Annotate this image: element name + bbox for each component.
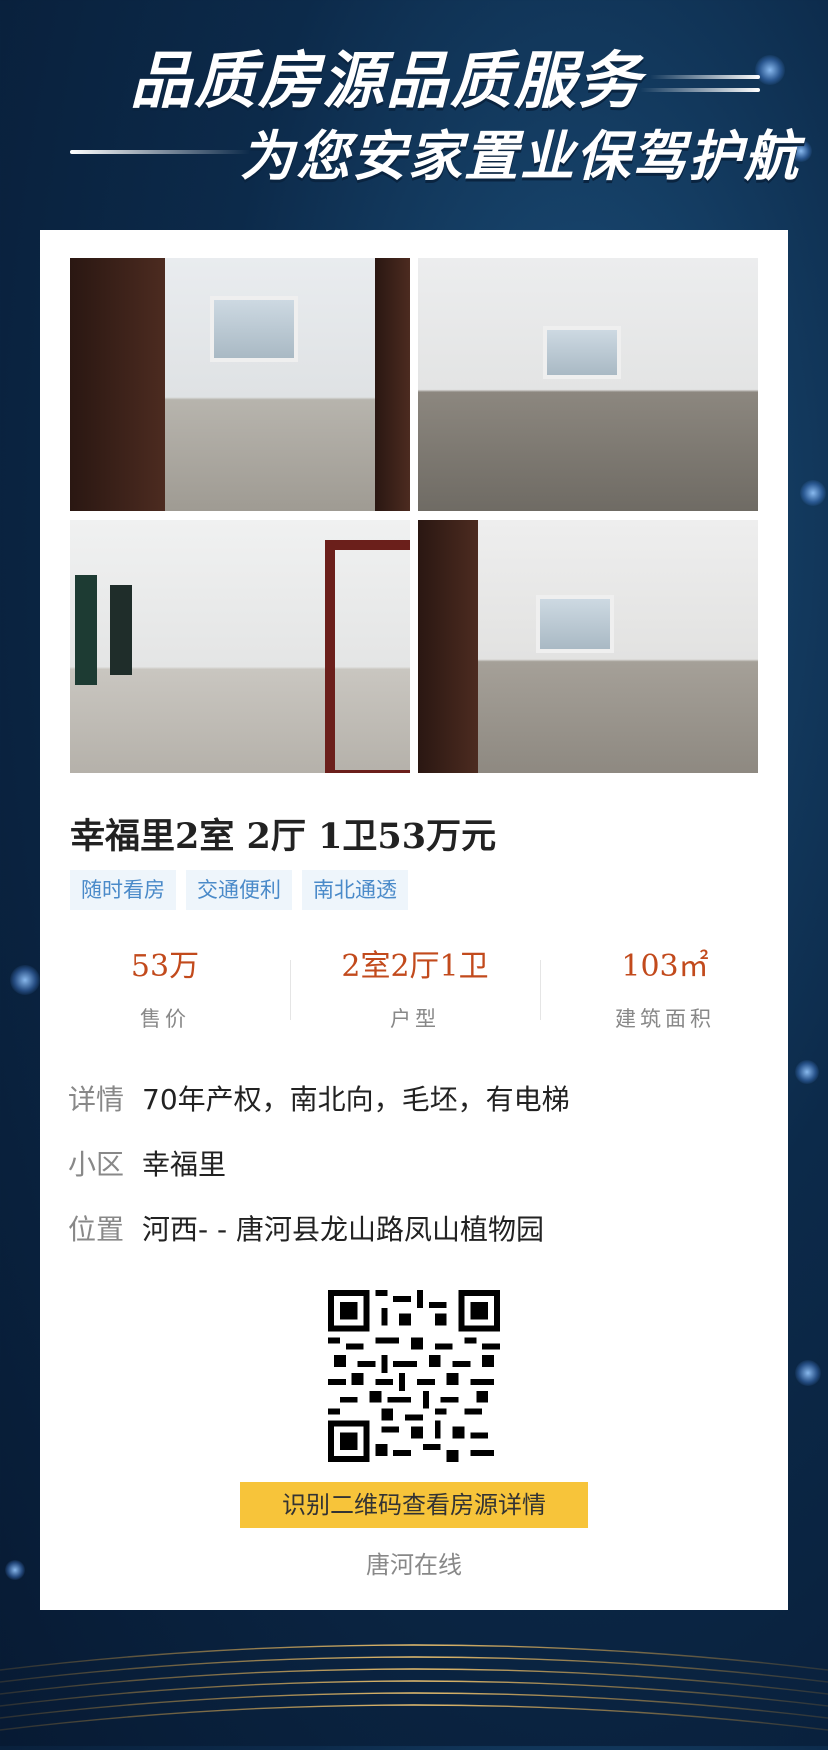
detail-key: 详情 bbox=[68, 1083, 125, 1116]
key-stats: 53万 售价 2室2厅1卫 户型 103㎡ 建筑面积 bbox=[40, 945, 788, 1045]
hero-banner: 品质房源品质服务 为您安家置业保驾护航 bbox=[0, 0, 828, 230]
community-key: 小区 bbox=[68, 1148, 125, 1181]
photo-door-frame bbox=[325, 540, 410, 773]
tag-transport: 交通便利 bbox=[186, 870, 292, 910]
tag-orientation: 南北通透 bbox=[302, 870, 408, 910]
listing-photo[interactable] bbox=[70, 258, 410, 511]
banner-headline: 品质房源品质服务 bbox=[130, 44, 643, 117]
photo-door bbox=[418, 520, 478, 773]
detail-row: 详情 70年产权，南北向，毛坯，有电梯 bbox=[68, 1080, 768, 1120]
location-key: 位置 bbox=[68, 1213, 125, 1246]
bokeh-dot bbox=[5, 1560, 25, 1580]
community-value: 幸福里 bbox=[142, 1148, 227, 1181]
stat-area-label: 建筑面积 bbox=[615, 1007, 715, 1031]
photo-door bbox=[375, 258, 410, 511]
bokeh-dot bbox=[10, 965, 40, 995]
qr-code[interactable] bbox=[328, 1290, 500, 1462]
qr-code-image bbox=[328, 1290, 500, 1462]
footer-decoration bbox=[0, 1610, 828, 1746]
listing-photo[interactable] bbox=[418, 520, 758, 773]
listing-photo[interactable] bbox=[70, 520, 410, 773]
detail-value: 70年产权，南北向，毛坯，有电梯 bbox=[142, 1083, 570, 1116]
community-row: 小区 幸福里 bbox=[68, 1145, 768, 1185]
decor-stroke bbox=[70, 150, 250, 154]
bokeh-dot bbox=[795, 1360, 821, 1386]
photo-window bbox=[543, 326, 621, 379]
listing-photo[interactable] bbox=[418, 258, 758, 511]
stat-price: 53万 售价 bbox=[40, 945, 290, 1033]
stat-price-value: 53万 bbox=[130, 949, 200, 984]
stat-layout: 2室2厅1卫 户型 bbox=[290, 945, 540, 1033]
qr-hint-banner: 识别二维码查看房源详情 bbox=[240, 1482, 588, 1528]
decor-stroke bbox=[650, 75, 760, 79]
location-row: 位置 河西- - 唐河县龙山路凤山植物园 bbox=[68, 1210, 768, 1250]
footer-waves bbox=[0, 1644, 828, 1731]
photo-window bbox=[536, 595, 614, 653]
stat-area: 103㎡ 建筑面积 bbox=[540, 945, 790, 1033]
photo-wall bbox=[418, 258, 758, 511]
photo-window bbox=[210, 296, 298, 362]
bokeh-dot bbox=[795, 1060, 819, 1084]
brand-name: 唐河在线 bbox=[366, 1551, 462, 1579]
stat-layout-label: 户型 bbox=[390, 1007, 440, 1031]
photo-door bbox=[110, 585, 132, 675]
bokeh-dot bbox=[800, 480, 826, 506]
location-value: 河西- - 唐河县龙山路凤山植物园 bbox=[142, 1213, 545, 1246]
stat-price-label: 售价 bbox=[140, 1007, 190, 1031]
photo-door bbox=[75, 575, 97, 685]
photo-grid bbox=[70, 258, 758, 773]
tag-list: 随时看房 交通便利 南北通透 bbox=[70, 870, 408, 910]
listing-card: 幸福里2室 2厅 1卫53万元 随时看房 交通便利 南北通透 53万 售价 2室… bbox=[40, 230, 788, 1610]
photo-door bbox=[70, 258, 165, 511]
listing-title: 幸福里2室 2厅 1卫53万元 bbox=[70, 816, 497, 857]
tag-viewing: 随时看房 bbox=[70, 870, 176, 910]
stat-layout-value: 2室2厅1卫 bbox=[341, 949, 489, 984]
stat-area-value: 103㎡ bbox=[621, 949, 709, 984]
banner-subheadline: 为您安家置业保驾护航 bbox=[240, 125, 800, 188]
